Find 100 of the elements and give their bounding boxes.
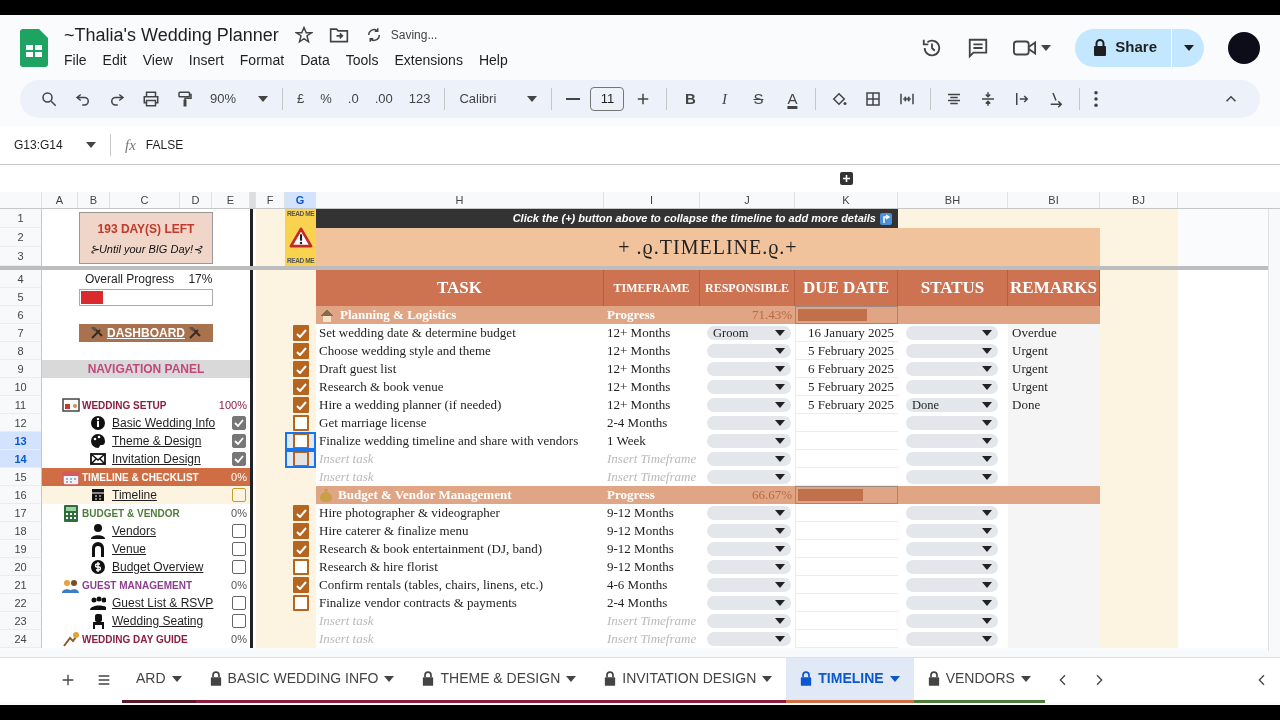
selected-cell[interactable] [285, 432, 316, 450]
status-dropdown[interactable] [906, 506, 998, 520]
selected-section-row[interactable]: TIMELINE & CHECKLIST 0% [42, 468, 250, 486]
status-dropdown[interactable] [906, 326, 998, 340]
row-header[interactable]: 1 [0, 209, 41, 228]
row-header[interactable]: 17 [0, 504, 41, 522]
nav-link[interactable]: Vendors [112, 522, 232, 540]
column-header[interactable]: K [795, 192, 898, 208]
format-button[interactable]: £ [291, 85, 311, 113]
row-header[interactable]: 19 [0, 540, 41, 558]
column-header[interactable]: G [285, 192, 316, 208]
status-dropdown[interactable] [906, 416, 998, 430]
status-dropdown[interactable] [906, 632, 998, 646]
row-header[interactable]: 7 [0, 324, 41, 342]
menu-item[interactable]: Help [478, 50, 516, 71]
folder-icon[interactable] [328, 26, 349, 44]
responsible-dropdown[interactable] [707, 578, 791, 592]
responsible-dropdown[interactable] [707, 542, 791, 556]
row-header[interactable]: 20 [0, 558, 41, 576]
column-header[interactable]: BJ [1100, 192, 1178, 208]
checkbox[interactable] [232, 488, 246, 502]
column-header[interactable]: BH [898, 192, 1008, 208]
section-title[interactable]: GUEST MANAGEMENT [82, 577, 230, 593]
responsible-dropdown[interactable] [707, 524, 791, 538]
row-header[interactable]: 15 [0, 468, 41, 486]
selected-cell[interactable] [285, 450, 316, 468]
name-box[interactable]: G13:G14 [14, 136, 96, 154]
row-header[interactable]: 9 [0, 360, 41, 378]
checkbox[interactable] [292, 451, 309, 467]
nav-link[interactable]: Budget Overview [112, 558, 232, 576]
responsible-dropdown[interactable] [707, 344, 791, 358]
checkbox[interactable] [292, 523, 309, 539]
column-header[interactable]: B [78, 192, 110, 208]
status-dropdown[interactable] [906, 614, 998, 628]
checkbox[interactable] [292, 541, 309, 557]
checkbox[interactable] [292, 397, 309, 413]
status-dropdown[interactable] [906, 524, 998, 538]
video-camera-icon[interactable] [1013, 38, 1038, 57]
column-header[interactable]: C [110, 192, 180, 208]
row-header[interactable]: 10 [0, 378, 41, 396]
status-dropdown[interactable] [906, 596, 998, 610]
section-title[interactable]: WEDDING SETUP [82, 397, 217, 413]
column-header[interactable]: A [42, 192, 78, 208]
row-header[interactable]: 21 [0, 576, 41, 594]
row-header[interactable]: 5 [0, 288, 41, 306]
format-button[interactable]: 123 [402, 85, 437, 113]
row-header[interactable]: 11 [0, 396, 41, 414]
menu-item[interactable]: Data [300, 50, 338, 71]
italic-button[interactable]: I [709, 85, 740, 113]
status-dropdown[interactable] [906, 560, 998, 574]
checkbox[interactable] [292, 325, 309, 341]
checkbox[interactable] [292, 559, 309, 575]
sheets-logo-icon[interactable] [20, 28, 48, 67]
checkbox[interactable] [292, 343, 309, 359]
row-header[interactable]: 22 [0, 594, 41, 612]
menu-item[interactable]: View [142, 50, 181, 71]
checkbox[interactable] [232, 416, 246, 430]
column-header[interactable]: I [604, 192, 700, 208]
row-header[interactable]: 23 [0, 612, 41, 630]
checkbox[interactable] [292, 361, 309, 377]
strikethrough-button[interactable]: S [743, 85, 774, 113]
status-dropdown[interactable] [906, 542, 998, 556]
row-header[interactable]: 18 [0, 522, 41, 540]
row-header[interactable]: 24 [0, 630, 41, 648]
responsible-dropdown[interactable] [707, 380, 791, 394]
status-dropdown[interactable] [906, 380, 998, 394]
menu-item[interactable]: Tools [345, 50, 387, 71]
document-title[interactable]: ~Thalia's Wedding Planner [64, 24, 279, 46]
status-dropdown[interactable] [906, 578, 998, 592]
responsible-dropdown[interactable] [707, 434, 791, 448]
star-icon[interactable] [294, 26, 313, 44]
checkbox[interactable] [232, 614, 246, 628]
menu-item[interactable]: Edit [102, 50, 135, 71]
checkbox[interactable] [292, 505, 309, 521]
nav-link[interactable]: Basic Wedding Info [112, 414, 232, 432]
zoom-dropdown[interactable]: 90% [204, 85, 274, 113]
comment-icon[interactable] [967, 36, 990, 59]
column-header[interactable]: BI [1008, 192, 1100, 208]
nav-link[interactable]: Wedding Seating [112, 612, 232, 630]
responsible-dropdown[interactable] [707, 452, 791, 466]
font-size-field[interactable]: 11 [590, 87, 625, 111]
column-header[interactable]: J [700, 192, 795, 208]
formula-value[interactable]: FALSE [145, 136, 184, 154]
status-dropdown[interactable] [906, 344, 998, 358]
section-title[interactable]: WEDDING DAY GUIDE [82, 631, 230, 647]
nav-link[interactable]: Guest List & RSVP [112, 594, 232, 612]
responsible-dropdown[interactable] [707, 506, 791, 520]
checkbox[interactable] [292, 415, 309, 431]
expand-group-button[interactable] [840, 172, 853, 185]
checkbox[interactable] [292, 577, 309, 593]
share-button[interactable]: Share [1075, 28, 1204, 67]
menu-item[interactable]: Format [239, 50, 293, 71]
responsible-dropdown[interactable] [707, 560, 791, 574]
checkbox[interactable] [292, 379, 309, 395]
checkbox[interactable] [232, 452, 246, 466]
row-header[interactable]: 14 [0, 450, 41, 468]
format-button[interactable]: .0 [341, 85, 365, 113]
column-header[interactable]: D [180, 192, 212, 208]
checkbox[interactable] [232, 542, 246, 556]
menu-item[interactable]: Extensions [394, 50, 471, 71]
